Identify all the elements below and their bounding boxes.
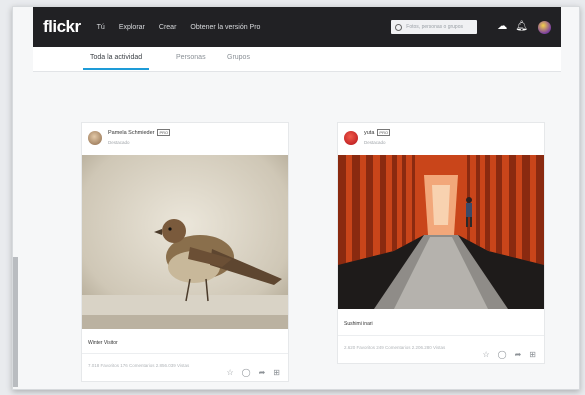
card-subtitle: Destacado (364, 140, 386, 145)
author-name[interactable]: yuta (364, 130, 374, 136)
add-to-gallery-icon[interactable]: ⊞ (273, 369, 280, 377)
tab-people[interactable]: Personas (176, 54, 206, 61)
add-to-gallery-icon[interactable]: ⊞ (529, 351, 536, 359)
feed-card: yuta PRO Destacado Sushimi inari 2.620 F… (337, 122, 545, 364)
activity-tabs: Toda la actividad Personas Grupos (33, 47, 561, 72)
pro-badge: PRO (157, 129, 171, 136)
user-avatar[interactable] (538, 20, 551, 34)
nav-link-you[interactable]: Tú (97, 24, 105, 31)
card-divider (338, 335, 544, 336)
card-divider (82, 353, 288, 354)
avatar[interactable] (344, 131, 358, 145)
window-edge (13, 257, 18, 387)
tab-all-activity[interactable]: Toda la actividad (90, 54, 142, 61)
nav-link-get-pro[interactable]: Obtener la versión Pro (190, 24, 260, 31)
top-navbar: flickr Tú Explorar Crear Obtener la vers… (33, 7, 561, 47)
nav-link-explore[interactable]: Explorar (119, 24, 145, 31)
search-input[interactable]: Fotos, personas o grupos (391, 20, 478, 34)
star-icon[interactable]: ☆ (226, 369, 233, 377)
tab-groups[interactable]: Grupos (227, 54, 250, 61)
card-subtitle: Destacado (108, 140, 130, 145)
feed-card: Pamela Schmieder PRO Destacado Winter Vi… (81, 122, 289, 382)
comment-icon[interactable]: ◯ (242, 369, 251, 377)
nav-link-create[interactable]: Crear (159, 24, 177, 31)
photo-title[interactable]: Sushimi inari (344, 321, 373, 327)
photo-winter-visitor[interactable] (82, 155, 288, 329)
upload-icon[interactable]: ☁ (497, 22, 507, 32)
star-icon[interactable]: ☆ (482, 351, 489, 359)
share-icon[interactable]: ➦ (259, 369, 266, 377)
sparrow-photo (82, 155, 288, 329)
notification-icon[interactable]: 🔔︎ (515, 22, 528, 32)
photo-title[interactable]: Winter Visitor (88, 340, 118, 346)
comment-icon[interactable]: ◯ (498, 351, 507, 359)
active-tab-indicator (83, 68, 149, 70)
app-window: flickr Tú Explorar Crear Obtener la vers… (12, 6, 580, 390)
search-placeholder: Fotos, personas o grupos (406, 24, 463, 30)
photo-stats: 7.018 Favoritos 176 Comentarios 2.856.03… (88, 363, 190, 368)
author-name[interactable]: Pamela Schmieder (108, 130, 154, 136)
photo-stats: 2.620 Favoritos 249 Comentarios 2.206.28… (344, 345, 446, 350)
torii-photo (338, 155, 544, 309)
flickr-logo[interactable]: flickr (43, 17, 81, 37)
photo-torii-gates[interactable] (338, 155, 544, 309)
pro-badge: PRO (377, 129, 391, 136)
avatar[interactable] (88, 131, 102, 145)
search-icon (395, 23, 403, 31)
share-icon[interactable]: ➦ (515, 351, 522, 359)
